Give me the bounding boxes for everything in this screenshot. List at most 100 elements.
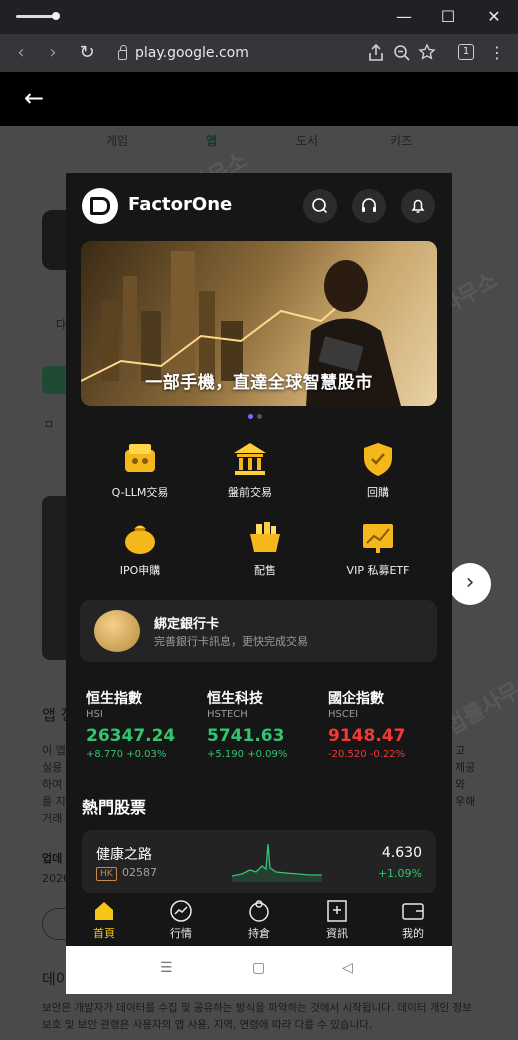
desc-line: 우해 bbox=[455, 795, 476, 808]
index-hscei[interactable]: 國企指數 HSCEI 9148.47 -20.520 -0.22% bbox=[328, 688, 448, 760]
menu-pre-market[interactable]: 盤前交易 bbox=[195, 440, 305, 500]
tab-label: 資訊 bbox=[326, 927, 348, 940]
sparkline-chart bbox=[232, 843, 322, 882]
behind-fragment: ㅁ bbox=[44, 418, 55, 431]
basket-icon bbox=[246, 518, 284, 556]
tab-kids[interactable]: 키즈 bbox=[390, 132, 412, 149]
banner-pagination bbox=[248, 414, 262, 419]
bank-card-title: 綁定銀行卡 bbox=[154, 617, 220, 632]
minimize-button[interactable]: — bbox=[392, 6, 416, 28]
index-hsi[interactable]: 恒生指數 HSI 26347.24 +8.770 +0.03% bbox=[86, 688, 206, 760]
position-icon bbox=[247, 899, 271, 923]
hot-stocks-heading: 熱門股票 bbox=[82, 798, 147, 817]
menu-q-llm[interactable]: Q-LLM交易 bbox=[85, 440, 195, 500]
tab-position[interactable]: 持倉 bbox=[234, 899, 284, 941]
index-name: 恒生指數 bbox=[86, 691, 142, 707]
tab-games[interactable]: 게임 bbox=[106, 132, 128, 149]
index-value: 9148.47 bbox=[328, 726, 406, 746]
browser-window: — ☐ ✕ ‹ › ↻ play.google.com 1 ⋮ ← 게임 앱 도… bbox=[0, 0, 518, 1040]
address-bar: ‹ › ↻ play.google.com 1 ⋮ bbox=[0, 34, 518, 72]
bank-card-icon bbox=[94, 610, 140, 652]
index-hstech[interactable]: 恒生科技 HSTECH 5741.63 +5.190 +0.09% bbox=[207, 688, 327, 760]
market-icon bbox=[169, 899, 193, 923]
app-screenshot: FactorOne 一部手機，直達全球智慧股市 Q-LLM交易 盤前交易 回購 … bbox=[66, 173, 452, 946]
stock-price: 4.630 bbox=[381, 845, 422, 861]
back-nav-icon[interactable]: ◁ bbox=[342, 960, 353, 976]
pagination-dot bbox=[257, 414, 262, 419]
tab-label: 我的 bbox=[402, 927, 424, 940]
desc-line: 고 bbox=[455, 744, 466, 757]
bind-bank-card[interactable]: 綁定銀行卡 完善銀行卡訊息，更快完成交易 bbox=[80, 600, 437, 662]
search-button[interactable] bbox=[303, 189, 337, 223]
url-field[interactable]: play.google.com bbox=[118, 43, 249, 63]
back-icon[interactable]: ‹ bbox=[10, 42, 32, 64]
stock-change: +1.09% bbox=[377, 867, 422, 880]
menu-vip-etf[interactable]: VIP 私募ETF bbox=[323, 518, 433, 578]
desc-line: 제공 bbox=[455, 761, 476, 774]
stock-row[interactable]: 健康之路 HK 02587 4.630 +1.09% bbox=[82, 830, 436, 894]
menu-buyback[interactable]: 回購 bbox=[323, 440, 433, 500]
tab-home[interactable]: 首頁 bbox=[79, 899, 129, 941]
next-screenshot-button[interactable]: › bbox=[449, 563, 491, 605]
tab-count-button[interactable]: 1 bbox=[458, 44, 474, 60]
menu-placement[interactable]: 配售 bbox=[210, 518, 320, 578]
android-nav-bar: ☰ ▢ ◁ bbox=[66, 946, 452, 994]
recents-icon[interactable]: ☰ bbox=[160, 960, 173, 976]
chip-behind bbox=[42, 908, 68, 940]
tab-label: 持倉 bbox=[248, 927, 270, 940]
index-code: HSCEI bbox=[328, 709, 359, 720]
tab-profile[interactable]: 我的 bbox=[388, 899, 438, 941]
bank-building-icon bbox=[231, 440, 269, 478]
wallet-icon bbox=[401, 899, 425, 923]
index-change: -20.520 -0.22% bbox=[328, 749, 406, 760]
forward-icon[interactable]: › bbox=[42, 42, 64, 64]
news-icon bbox=[325, 899, 349, 923]
app-header: FactorOne bbox=[66, 173, 452, 237]
home-nav-icon[interactable]: ▢ bbox=[252, 960, 265, 976]
menu-label: IPO申購 bbox=[119, 564, 161, 577]
tab-apps[interactable]: 앱 bbox=[206, 132, 217, 149]
index-value: 26347.24 bbox=[86, 726, 176, 746]
index-name: 國企指數 bbox=[328, 691, 384, 707]
maximize-button[interactable]: ☐ bbox=[436, 6, 460, 28]
update-label: 업데 bbox=[42, 852, 63, 865]
page-back-icon[interactable]: ← bbox=[24, 86, 44, 110]
promo-banner[interactable]: 一部手機，直達全球智慧股市 bbox=[81, 241, 437, 406]
desc-line: 를 지 bbox=[42, 795, 66, 808]
zoom-slider[interactable] bbox=[16, 12, 60, 20]
bottom-tab-bar: 首頁 行情 持倉 資訊 我的 bbox=[66, 893, 452, 946]
pagination-dot-active bbox=[248, 414, 253, 419]
close-button[interactable]: ✕ bbox=[482, 6, 506, 28]
chart-board-icon bbox=[359, 518, 397, 556]
search-icon bbox=[312, 198, 328, 214]
desc-line: 하여 bbox=[42, 778, 63, 791]
lock-icon bbox=[118, 45, 127, 60]
desc-line: 거래 bbox=[42, 812, 63, 825]
index-name: 恒生科技 bbox=[207, 691, 263, 707]
desc-line: 이 앱 bbox=[42, 744, 66, 757]
index-change: +5.190 +0.09% bbox=[207, 749, 288, 760]
tab-books[interactable]: 도서 bbox=[296, 132, 318, 149]
support-button[interactable] bbox=[352, 189, 386, 223]
menu-label: Q-LLM交易 bbox=[111, 486, 169, 499]
page-header: ← bbox=[0, 72, 518, 126]
more-menu-icon[interactable]: ⋮ bbox=[486, 42, 508, 64]
robot-icon bbox=[121, 440, 159, 478]
market-badge: HK bbox=[96, 867, 117, 881]
index-code: HSTECH bbox=[207, 709, 248, 720]
tab-market[interactable]: 行情 bbox=[156, 899, 206, 941]
index-code: HSI bbox=[86, 709, 103, 720]
share-icon[interactable] bbox=[368, 44, 384, 62]
tab-label: 首頁 bbox=[93, 927, 115, 940]
reload-icon[interactable]: ↻ bbox=[76, 42, 98, 64]
menu-label: 回購 bbox=[367, 486, 389, 499]
zoom-out-icon[interactable] bbox=[393, 44, 411, 62]
tab-label: 行情 bbox=[170, 927, 192, 940]
money-bag-icon bbox=[121, 518, 159, 556]
bookmark-star-icon[interactable] bbox=[418, 43, 436, 61]
desc-line: 실용 bbox=[42, 761, 63, 774]
menu-ipo[interactable]: IPO申購 bbox=[85, 518, 195, 578]
tab-news[interactable]: 資訊 bbox=[312, 899, 362, 941]
menu-label: 盤前交易 bbox=[228, 486, 272, 499]
notification-button[interactable] bbox=[401, 189, 435, 223]
